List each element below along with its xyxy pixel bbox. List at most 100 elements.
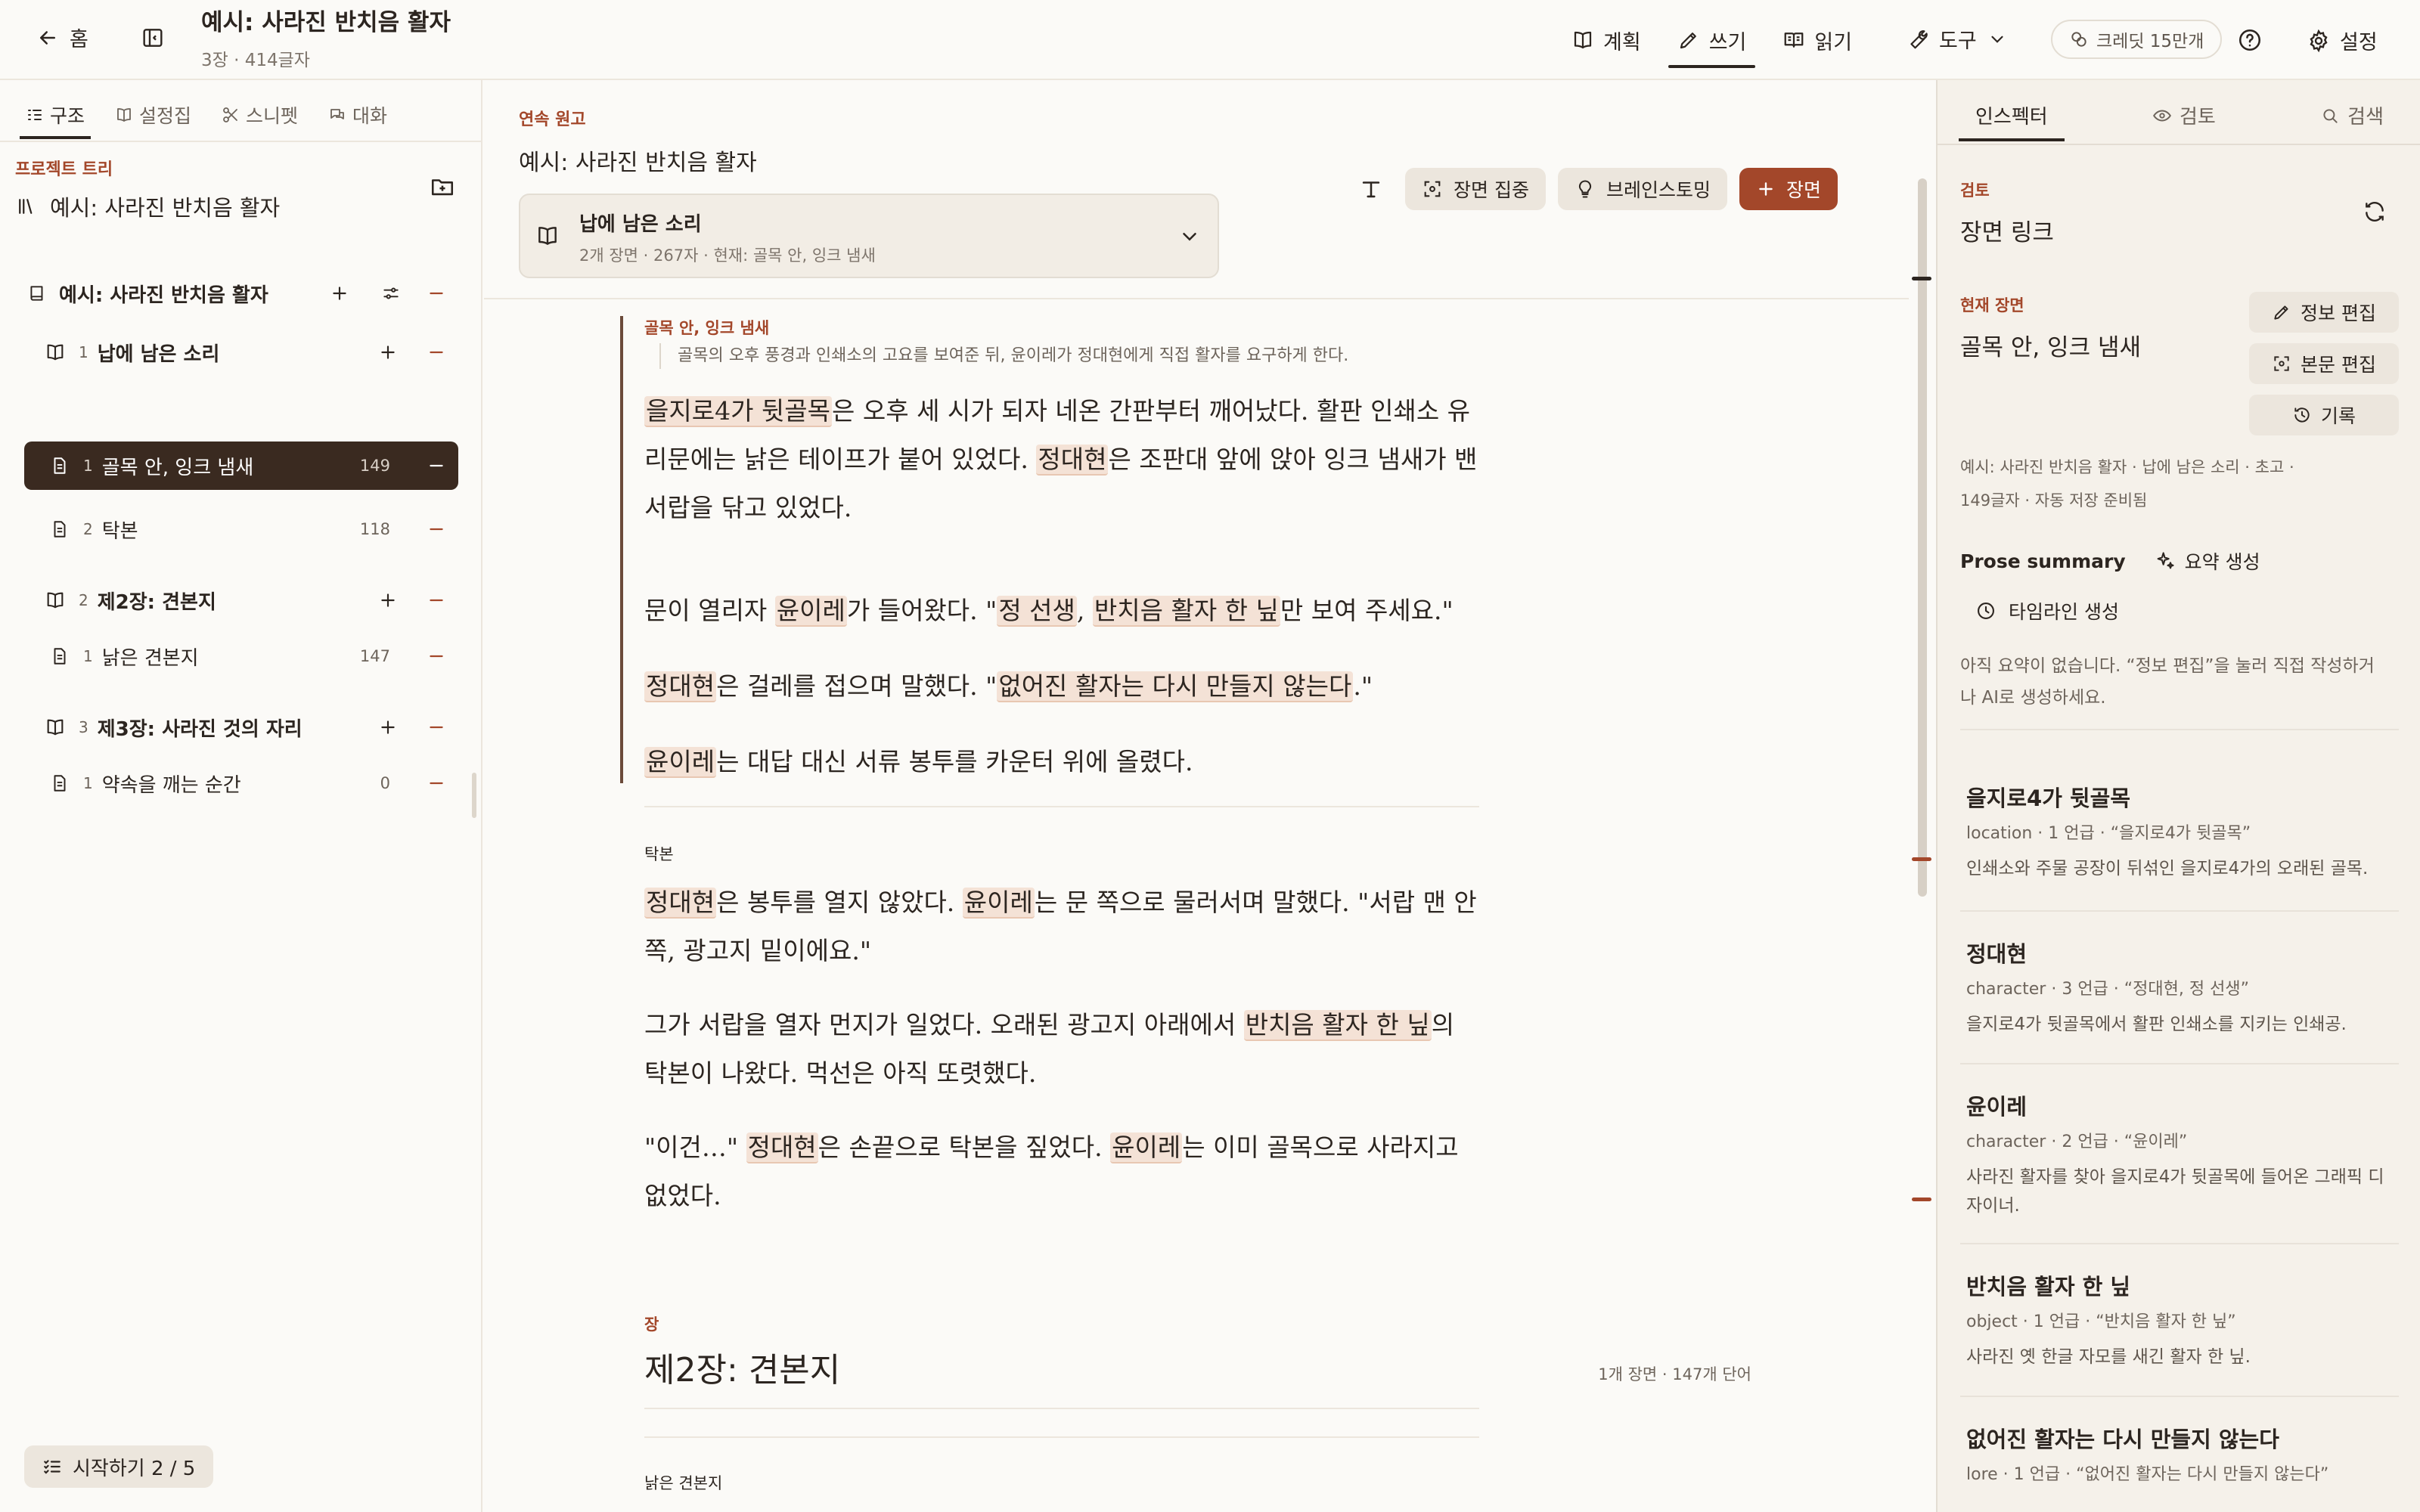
entity-link[interactable]: 정 선생 bbox=[997, 596, 1077, 627]
tab-inspector[interactable]: 인스펙터 bbox=[1959, 101, 2065, 141]
tab-search-label: 검색 bbox=[2347, 106, 2384, 129]
plus-icon[interactable] bbox=[378, 717, 398, 737]
scene-paragraph[interactable]: 그가 서랍을 열자 먼지가 일었다. 오래된 광고지 아래에서 반치음 활자 한… bbox=[644, 1001, 1484, 1098]
scene-paragraph[interactable]: "이건…" 정대현은 손끝으로 탁본을 짚었다. 윤이레는 이미 골목으로 사라… bbox=[644, 1123, 1484, 1220]
sliders-icon[interactable] bbox=[381, 284, 401, 303]
entity-link[interactable]: 을지로4가 뒷골목 bbox=[644, 396, 833, 427]
scene-word-count: 0 bbox=[380, 774, 390, 792]
tab-chat[interactable]: 대화 bbox=[328, 101, 387, 139]
refresh-icon[interactable] bbox=[2363, 200, 2387, 224]
plus-icon[interactable] bbox=[330, 284, 349, 303]
scene-number: 1 bbox=[83, 774, 93, 792]
tree-scene-row[interactable]: 1 낡은 견본지 147 bbox=[47, 632, 458, 680]
history-button[interactable]: 기록 bbox=[2249, 395, 2399, 435]
tab-search[interactable]: 검색 bbox=[2304, 101, 2400, 141]
minus-icon[interactable] bbox=[427, 519, 446, 539]
tab-structure[interactable]: 구조 bbox=[19, 101, 92, 139]
minus-icon[interactable] bbox=[427, 342, 446, 362]
add-scene-label: 장면 bbox=[1786, 179, 1821, 201]
brainstorm-button[interactable]: 브레인스토밍 bbox=[1557, 168, 1727, 210]
inspector-tabs: 인스펙터 검토 검색 bbox=[1959, 101, 2400, 141]
minus-icon[interactable] bbox=[427, 284, 446, 303]
scene-paragraph[interactable]: 정대현은 걸레를 접으며 말했다. "없어진 활자는 다시 만들지 않는다." bbox=[644, 662, 1484, 711]
tree-scene-row-selected[interactable]: 1 골목 안, 잉크 냄새 149 bbox=[24, 442, 458, 490]
chapter-label: 제2장: 견본지 bbox=[97, 590, 216, 614]
text-style-icon[interactable] bbox=[1349, 168, 1393, 210]
entity-link[interactable]: 없어진 활자는 다시 만들지 않는다 bbox=[997, 671, 1354, 702]
tab-settings-book[interactable]: 설정집 bbox=[115, 101, 191, 139]
tab-review-label: 검토 bbox=[2180, 106, 2216, 129]
scene-paragraph[interactable]: 을지로4가 뒷골목은 오후 세 시가 되자 네온 간판부터 깨어났다. 활판 인… bbox=[644, 387, 1484, 532]
tree-book-row[interactable]: 예시: 사라진 반치음 활자 bbox=[24, 269, 458, 318]
entity-card[interactable]: 을지로4가 뒷골목 location · 1 언급 · “을지로4가 뒷골목” … bbox=[1966, 783, 2393, 883]
credit-badge[interactable]: 크레딧 15만개 bbox=[2051, 20, 2223, 59]
entity-card[interactable]: 윤이레 character · 2 언급 · “윤이레” 사라진 활자를 찾아 … bbox=[1966, 1092, 2393, 1220]
plus-icon bbox=[1756, 179, 1776, 199]
generate-summary-button[interactable]: 요약 생성 bbox=[2155, 547, 2260, 575]
entity-name: 을지로4가 뒷골목 bbox=[1966, 785, 2131, 811]
entity-link[interactable]: 반치음 활자 한 닢 bbox=[1092, 596, 1280, 627]
scene-paragraph[interactable]: 문이 열리자 윤이레가 들어왔다. "정 선생, 반치음 활자 한 닢만 보여 … bbox=[644, 587, 1484, 635]
tab-review[interactable]: 검토 bbox=[2136, 101, 2232, 141]
paragraph-text: 은 손끝으로 탁본을 짚었다. bbox=[818, 1132, 1111, 1162]
editor-scrollbar[interactable] bbox=[1918, 178, 1927, 897]
minus-icon[interactable] bbox=[427, 717, 446, 737]
focus-icon bbox=[1422, 178, 1443, 200]
sidebar-resize-handle[interactable] bbox=[472, 773, 476, 818]
inspector-tabs-divider bbox=[1938, 144, 2420, 145]
entity-link[interactable]: 정대현 bbox=[1036, 445, 1109, 476]
tree-chapter-row[interactable]: 1 납에 남은 소리 bbox=[42, 328, 458, 376]
mode-write[interactable]: 쓰기 bbox=[1667, 0, 1758, 80]
plus-icon[interactable] bbox=[378, 590, 398, 610]
scene-number: 2 bbox=[83, 520, 93, 538]
entity-link[interactable]: 정대현 bbox=[644, 888, 717, 919]
add-scene-button[interactable]: 장면 bbox=[1739, 168, 1838, 210]
tree-scene-row[interactable]: 2 탁본 118 bbox=[47, 505, 458, 553]
getting-started-button[interactable]: 시작하기 2 / 5 bbox=[24, 1445, 214, 1488]
home-back-button[interactable]: 홈 bbox=[36, 23, 88, 52]
scene-paragraph[interactable]: 정대현은 봉투를 열지 않았다. 윤이레는 문 쪽으로 물러서며 말했다. "서… bbox=[644, 878, 1484, 975]
mode-plan[interactable]: 계획 bbox=[1561, 0, 1652, 80]
minus-icon[interactable] bbox=[427, 773, 446, 793]
entity-card[interactable]: 반치음 활자 한 닢 object · 1 언급 · “반치음 활자 한 닢” … bbox=[1966, 1272, 2393, 1371]
help-icon[interactable] bbox=[2237, 27, 2263, 53]
settings-button[interactable]: 설정 bbox=[2307, 26, 2378, 55]
tree-chapter-row[interactable]: 3 제3장: 사라진 것의 자리 bbox=[42, 703, 458, 751]
tools-menu[interactable]: 도구 bbox=[1906, 24, 2007, 54]
entity-link[interactable]: 윤이레 bbox=[1110, 1132, 1183, 1163]
project-name-row[interactable]: 예시: 사라진 반치음 활자 bbox=[15, 191, 280, 222]
entity-link[interactable]: 반치음 활자 한 닢 bbox=[1243, 1010, 1432, 1041]
entity-link[interactable]: 정대현 bbox=[746, 1132, 818, 1163]
plus-icon[interactable] bbox=[378, 342, 398, 362]
minus-icon[interactable] bbox=[427, 590, 446, 610]
entity-description: 인쇄소와 주물 공장이 뒤섞인 을지로4가의 오래된 골목. bbox=[1966, 859, 2369, 878]
paragraph-text: 은 봉투를 열지 않았다. bbox=[716, 888, 963, 917]
scene-title: 낡은 견본지 bbox=[644, 1474, 723, 1492]
edit-info-button[interactable]: 정보 편집 bbox=[2249, 292, 2399, 333]
edit-body-button[interactable]: 본문 편집 bbox=[2249, 343, 2399, 384]
minus-icon[interactable] bbox=[427, 646, 446, 666]
scene-focus-button[interactable]: 장면 집중 bbox=[1405, 168, 1546, 210]
entity-card[interactable]: 정대현 character · 3 언급 · “정대현, 정 선생” 을지로4가… bbox=[1966, 939, 2393, 1039]
pencil-icon bbox=[1677, 29, 1700, 51]
document-icon bbox=[47, 519, 73, 539]
mode-read[interactable]: 읽기 bbox=[1772, 0, 1863, 80]
entity-card[interactable]: 없어진 활자는 다시 만들지 않는다 lore · 1 언급 · “없어진 활자… bbox=[1966, 1424, 2393, 1485]
chapter-selector[interactable]: 납에 남은 소리 2개 장면 · 267자 · 현재: 골목 안, 잉크 냄새 bbox=[519, 194, 1219, 278]
editor-pane: 연속 원고 예시: 사라진 반치음 활자 납에 남은 소리 2개 장면 · 26… bbox=[484, 80, 1909, 1512]
tree-chapter-row[interactable]: 2 제2장: 견본지 bbox=[42, 576, 458, 624]
add-folder-icon[interactable] bbox=[430, 174, 455, 200]
tab-snippets[interactable]: 스니펫 bbox=[222, 101, 298, 139]
sidebar-toggle-icon[interactable] bbox=[141, 26, 165, 50]
minus-icon[interactable] bbox=[427, 456, 446, 476]
scene-paragraph[interactable]: 윤이레는 대답 대신 서류 봉투를 카운터 위에 올렸다. bbox=[644, 738, 1484, 786]
entity-link[interactable]: 윤이레 bbox=[774, 596, 847, 627]
entity-link[interactable]: 윤이레 bbox=[962, 888, 1035, 919]
entity-link[interactable]: 윤이레 bbox=[644, 747, 717, 778]
entity-link[interactable]: 정대현 bbox=[644, 671, 717, 702]
generate-timeline-button[interactable]: 타임라인 생성 bbox=[1975, 597, 2119, 624]
scene-synopsis: 골목의 오후 풍경과 인쇄소의 고요를 보여준 뒤, 윤이레가 정대현에게 직접… bbox=[659, 343, 1348, 369]
tree-scene-row[interactable]: 1 약속을 깨는 순간 0 bbox=[47, 759, 458, 807]
section-divider bbox=[1960, 910, 2399, 912]
chapter-label: 납에 남은 소리 bbox=[97, 342, 220, 366]
